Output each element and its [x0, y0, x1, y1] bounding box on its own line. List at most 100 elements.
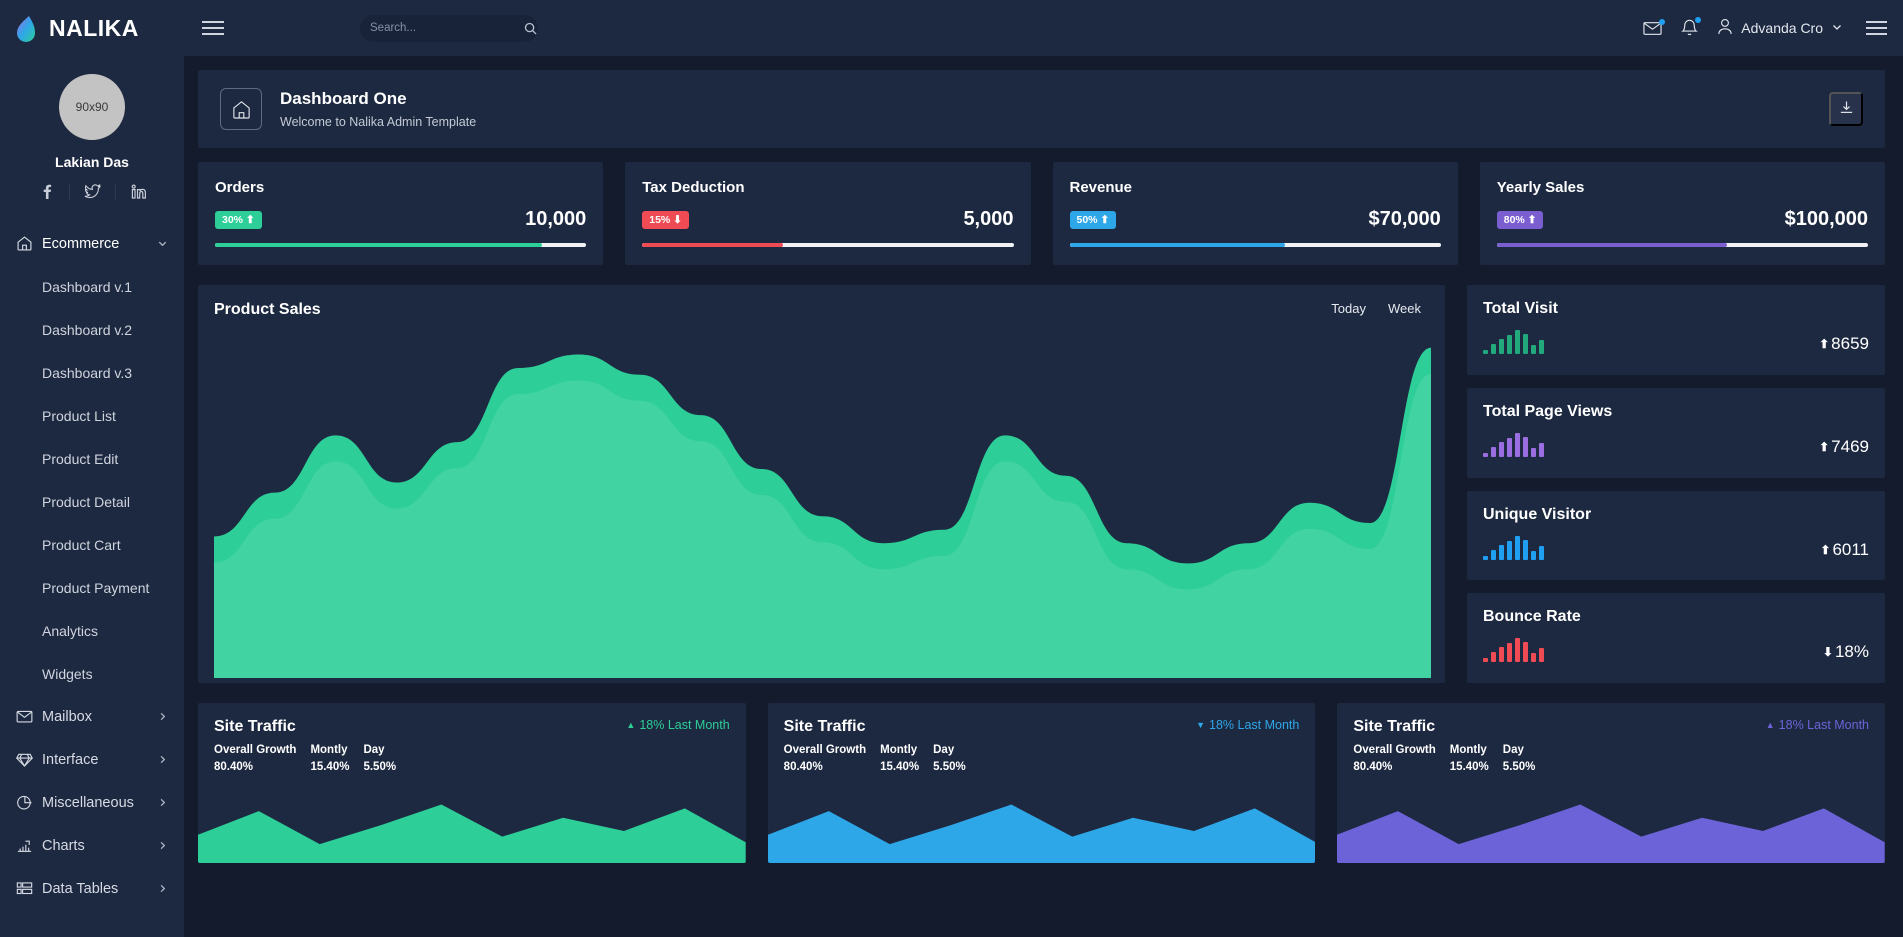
notification-dot [1659, 19, 1665, 25]
tab-week[interactable]: Week [1388, 301, 1421, 316]
bar-chart-icon [16, 837, 42, 854]
metric-label: Montly [880, 744, 919, 756]
sidebar-item-interface[interactable]: Interface [0, 738, 184, 781]
traffic-metrics: Overall Growth 80.40% Montly 15.40% Day … [784, 744, 1300, 773]
mini-value: ⬆ 8659 [1819, 334, 1869, 354]
tab-today[interactable]: Today [1331, 301, 1366, 316]
twitter-icon[interactable] [69, 184, 115, 200]
sidebar-item-product-payment[interactable]: Product Payment [0, 566, 184, 609]
metric-overall-growth: Overall Growth 80.40% [784, 744, 866, 773]
metric-value: 15.40% [1450, 761, 1489, 773]
brand[interactable]: NALIKA [0, 0, 184, 56]
search-box[interactable] [360, 15, 538, 42]
sidebar-item-ecommerce[interactable]: Ecommerce [0, 222, 184, 265]
stat-value: 5,000 [963, 208, 1013, 231]
download-button[interactable] [1829, 92, 1863, 126]
metric-day: Day 5.50% [363, 744, 396, 773]
sidebar-item-widgets[interactable]: Widgets [0, 652, 184, 695]
mail-icon[interactable] [1643, 21, 1662, 36]
sidebar-item-product-edit[interactable]: Product Edit [0, 437, 184, 480]
metric-label: Day [933, 744, 966, 756]
sparkline-bar [1515, 536, 1520, 560]
trend-arrow-icon: ▲ [1766, 720, 1775, 730]
stat-cards-row: Orders 30% ⬆ 10,000 Tax Deduction 15% ⬇ … [198, 162, 1885, 265]
traffic-title: Site Traffic [1353, 718, 1435, 736]
home-icon [220, 88, 262, 130]
search-icon[interactable] [524, 22, 537, 35]
progress-bar [1497, 243, 1868, 247]
sidebar-item-label: Widgets [42, 666, 168, 682]
side-stats-column: Total Visit ⬆ 8659 Total Page Views [1467, 285, 1885, 683]
metric-value: 5.50% [363, 761, 396, 773]
stat-title: Orders [215, 179, 586, 196]
sidebar-item-mailbox[interactable]: Mailbox [0, 695, 184, 738]
sidebar-item-label: Miscellaneous [42, 795, 157, 811]
diamond-icon [16, 752, 42, 768]
flame-logo-icon [14, 14, 40, 42]
chevron-right-icon [157, 840, 168, 851]
page-header-text: Dashboard One Welcome to Nalika Admin Te… [280, 89, 476, 129]
mini-row: ⬆ 7469 [1483, 431, 1869, 457]
stat-row: 30% ⬆ 10,000 [215, 208, 586, 231]
sidebar-item-dashboard-v1[interactable]: Dashboard v.1 [0, 265, 184, 308]
main-area: Advanda Cro [184, 0, 1903, 937]
page-content: Dashboard One Welcome to Nalika Admin Te… [184, 56, 1903, 863]
mini-title: Bounce Rate [1483, 608, 1869, 626]
sidebar-item-product-cart[interactable]: Product Cart [0, 523, 184, 566]
sidebar-toggle-button[interactable] [202, 21, 236, 35]
linkedin-icon[interactable] [115, 184, 161, 200]
search-input[interactable] [370, 22, 524, 34]
sidebar-item-product-detail[interactable]: Product Detail [0, 480, 184, 523]
sparkline-bar [1507, 541, 1512, 560]
stat-title: Revenue [1070, 179, 1441, 196]
sparkline-bar [1499, 545, 1504, 560]
stat-value: $70,000 [1368, 208, 1440, 231]
traffic-area-fill [1337, 805, 1885, 863]
user-menu[interactable]: Advanda Cro [1717, 18, 1843, 38]
sidebar-item-dashboard-v3[interactable]: Dashboard v.3 [0, 351, 184, 394]
traffic-metrics: Overall Growth 80.40% Montly 15.40% Day … [1353, 744, 1869, 773]
stat-title: Yearly Sales [1497, 179, 1868, 196]
sparkline-bar [1531, 551, 1536, 560]
sparkline-bar [1507, 643, 1512, 662]
bell-icon[interactable] [1681, 19, 1698, 37]
sidebar-item-miscellaneous[interactable]: Miscellaneous [0, 781, 184, 824]
profile-name: Lakian Das [0, 154, 184, 170]
user-name: Advanda Cro [1741, 20, 1823, 36]
trend-arrow-icon: ▼ [1196, 720, 1205, 730]
social-links [0, 184, 184, 200]
facebook-icon[interactable] [23, 184, 69, 200]
mini-card-bounce-rate: Bounce Rate ⬇ 18% [1467, 593, 1885, 683]
sparkline-bar [1515, 433, 1520, 457]
sparkline-bar [1523, 437, 1528, 457]
sidebar-item-label: Product Cart [42, 537, 168, 553]
hamburger-bar [1866, 33, 1887, 35]
metric-label: Day [1503, 744, 1536, 756]
sparkline-bar [1499, 442, 1504, 457]
sidebar-item-dashboard-v2[interactable]: Dashboard v.2 [0, 308, 184, 351]
metric-monthly: Montly 15.40% [880, 744, 919, 773]
right-panel-toggle-button[interactable] [1866, 21, 1887, 35]
middle-row: Product Sales Today Week Total Visit [198, 285, 1885, 683]
sparkline-bar [1515, 638, 1520, 662]
download-icon [1839, 100, 1854, 118]
sidebar-profile: 90x90 Lakian Das [0, 56, 184, 200]
metric-monthly: Montly 15.40% [310, 744, 349, 773]
sidebar-item-analytics[interactable]: Analytics [0, 609, 184, 652]
metric-label: Montly [310, 744, 349, 756]
pie-chart-icon [16, 794, 42, 811]
sparkline-chart [1483, 636, 1544, 662]
sidebar-item-product-list[interactable]: Product List [0, 394, 184, 437]
stat-value: $100,000 [1785, 208, 1868, 231]
trend-arrow-icon: ⬆ [1819, 337, 1829, 351]
page-header-card: Dashboard One Welcome to Nalika Admin Te… [198, 70, 1885, 148]
sidebar-item-charts[interactable]: Charts [0, 824, 184, 867]
sparkline-bar [1483, 556, 1488, 560]
sparkline-bar [1531, 653, 1536, 662]
traffic-trend-note: ▲ 18% Last Month [626, 718, 729, 732]
sidebar-item-data-tables[interactable]: Data Tables [0, 867, 184, 910]
sparkline-bar [1507, 335, 1512, 354]
metric-overall-growth: Overall Growth 80.40% [214, 744, 296, 773]
metric-day: Day 5.50% [1503, 744, 1536, 773]
metric-value: 15.40% [310, 761, 349, 773]
